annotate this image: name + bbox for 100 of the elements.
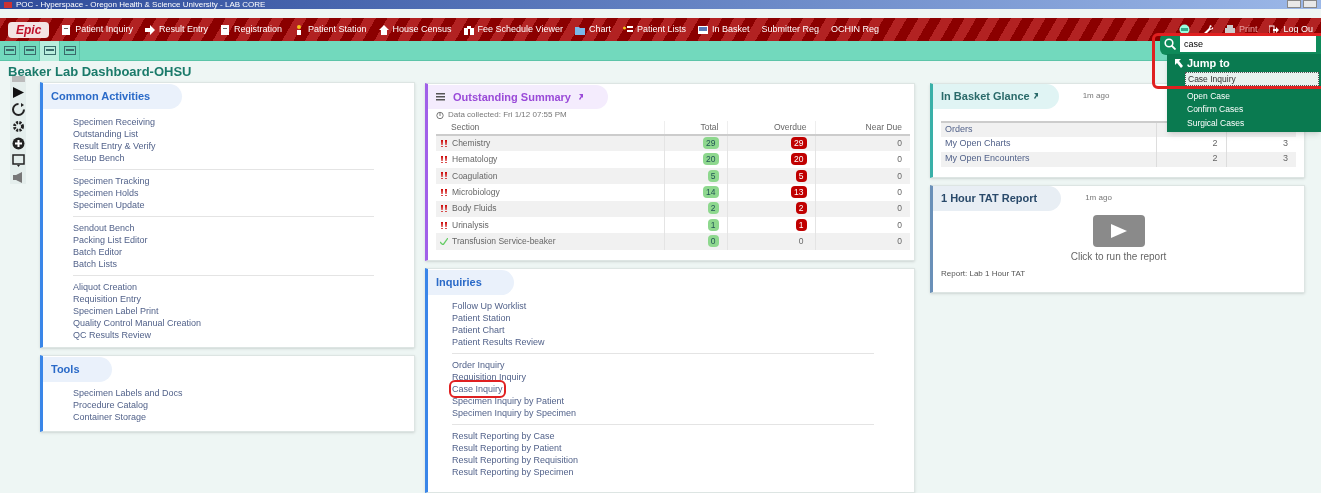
activity-link[interactable]: Follow Up Worklist — [452, 299, 527, 312]
column-header: Total — [664, 121, 727, 135]
add-button[interactable] — [11, 137, 25, 150]
play-icon — [1110, 223, 1127, 238]
activity-link[interactable]: Case Inquiry — [452, 382, 503, 395]
settings-button[interactable] — [11, 120, 25, 133]
activity-link[interactable]: Specimen Label Print — [73, 304, 159, 317]
count-badge: 1 — [795, 218, 807, 231]
activity-link[interactable]: Patient Station — [452, 311, 511, 324]
activity-link[interactable]: Specimen Update — [73, 198, 145, 211]
menu-item[interactable]: Patient Lists — [622, 22, 686, 37]
activity-link[interactable]: Specimen Holds — [73, 186, 139, 199]
menu-item[interactable]: Fee Schedule Viewer — [463, 22, 563, 37]
popout-icon — [1033, 93, 1039, 100]
menu-item[interactable]: Chart — [574, 22, 611, 37]
epic-button[interactable]: Epic — [8, 21, 50, 38]
activity-link[interactable]: Outstanding List — [73, 127, 139, 140]
card-title: Common Activities — [43, 84, 183, 109]
activity-link[interactable]: Specimen Tracking — [73, 174, 150, 187]
menu-item[interactable]: House Census — [378, 22, 452, 37]
activity-link[interactable]: Quality Control Manual Creation — [73, 316, 202, 329]
activity-link[interactable]: Specimen Labels and Docs — [73, 386, 183, 399]
inbox-row-label[interactable]: My Open Charts — [941, 136, 1156, 152]
count-badge: 29 — [703, 137, 719, 150]
refresh-button[interactable] — [11, 103, 25, 116]
activity-link[interactable]: Specimen Inquiry by Specimen — [452, 406, 577, 419]
play-button[interactable] — [11, 86, 25, 99]
table-cell: Transfusion Service-beaker — [452, 235, 556, 248]
binoculars-icon — [463, 24, 474, 35]
menu-item[interactable]: Patient Inquiry — [61, 22, 133, 37]
activity-link[interactable]: Aliquot Creation — [73, 280, 138, 293]
menu-item[interactable]: Case Inquiry — [1185, 72, 1319, 86]
timestamp-text: Data collected: Fri 1/12 07:55 PM — [448, 109, 567, 122]
menu-item[interactable]: OCHIN Reg — [831, 22, 880, 37]
menu-item[interactable]: Result Entry — [144, 22, 208, 37]
menu-item[interactable]: In Basket — [698, 22, 750, 37]
table-cell: Urinalysis — [452, 218, 489, 232]
folder-icon — [574, 24, 585, 35]
maximize-button[interactable] — [1303, 0, 1317, 8]
activity-link[interactable]: Order Inquiry — [452, 358, 505, 371]
activity-link[interactable]: Specimen Receiving — [73, 115, 156, 128]
table-cell: Coagulation — [452, 169, 498, 183]
menu-item[interactable]: Open Case — [1185, 89, 1319, 103]
activity-link[interactable]: Procedure Catalog — [73, 398, 149, 411]
activity-link[interactable]: Requisition Inquiry — [452, 370, 527, 383]
activity-link[interactable]: Result Reporting by Requisition — [452, 453, 579, 466]
menu-item[interactable]: Submitter Reg — [761, 22, 820, 37]
count-badge: 1 — [707, 218, 719, 231]
run-report-button[interactable] — [1092, 214, 1145, 247]
card-title: 1 Hour TAT Report — [933, 186, 1062, 211]
activity-link[interactable]: QC Results Review — [73, 328, 152, 341]
count-badge: 20 — [791, 153, 807, 166]
activity-link[interactable]: Setup Bench — [73, 151, 125, 164]
table-cell: Chemistry — [452, 137, 491, 151]
arrow-icon — [144, 24, 155, 35]
activity-link[interactable]: Result Reporting by Specimen — [452, 465, 574, 478]
count-badge: 29 — [791, 137, 807, 150]
popout-icon — [578, 94, 584, 100]
megaphone-button[interactable] — [11, 171, 25, 184]
activity-link[interactable]: Specimen Inquiry by Patient — [452, 394, 565, 407]
menu-item[interactable]: Registration — [219, 22, 282, 37]
activity-link[interactable]: Container Storage — [73, 410, 147, 423]
activity-link[interactable]: Patient Chart — [452, 323, 505, 336]
logout-button[interactable]: Log Ou — [1269, 22, 1313, 37]
globe-icon — [1178, 24, 1190, 35]
minimize-button[interactable] — [1287, 0, 1301, 8]
count-badge: 0 — [707, 235, 719, 248]
table-cell: 2 — [1212, 138, 1218, 149]
table-cell: 0 — [897, 203, 902, 214]
menu-item[interactable]: Patient Station — [293, 22, 367, 37]
card-title: Outstanding Summary — [453, 89, 571, 105]
menu-item[interactable]: Confirm Cases — [1185, 103, 1319, 117]
activity-link[interactable]: Result Entry & Verify — [73, 139, 156, 152]
search-field[interactable]: case — [1180, 36, 1316, 52]
monitor-button[interactable] — [11, 154, 25, 167]
activity-link[interactable]: Batch Editor — [73, 245, 123, 258]
report-name-text: Report: Lab 1 Hour TAT — [940, 267, 1027, 280]
activity-link[interactable]: Requisition Entry — [73, 292, 142, 305]
activity-link[interactable]: Result Reporting by Patient — [452, 441, 562, 454]
menu-item[interactable]: Surgical Cases — [1185, 116, 1319, 130]
inbox-icon — [698, 24, 708, 35]
activity-link[interactable]: Patient Results Review — [452, 335, 545, 348]
table-cell: 3 — [1283, 138, 1288, 149]
table-cell: 0 — [897, 219, 902, 230]
activity-link[interactable]: Result Reporting by Case — [452, 429, 555, 442]
card-title: Tools — [43, 357, 112, 382]
megaphone-icon — [11, 171, 25, 184]
inbox-row-label[interactable]: My Open Encounters — [941, 151, 1156, 167]
document-icon — [61, 24, 72, 35]
pointer-icon — [1175, 58, 1183, 68]
activity-link[interactable]: Batch Lists — [73, 257, 118, 270]
toolbar-button[interactable] — [40, 40, 60, 61]
activity-link[interactable]: Packing List Editor — [73, 233, 148, 246]
activity-link[interactable]: Sendout Bench — [73, 221, 135, 234]
table-cell: Microbiology — [452, 186, 500, 199]
alert-icon — [440, 188, 448, 196]
search-icon — [1164, 38, 1176, 50]
play-icon — [11, 86, 25, 99]
table-cell-text: 0 — [797, 235, 805, 248]
check-icon — [440, 238, 448, 246]
